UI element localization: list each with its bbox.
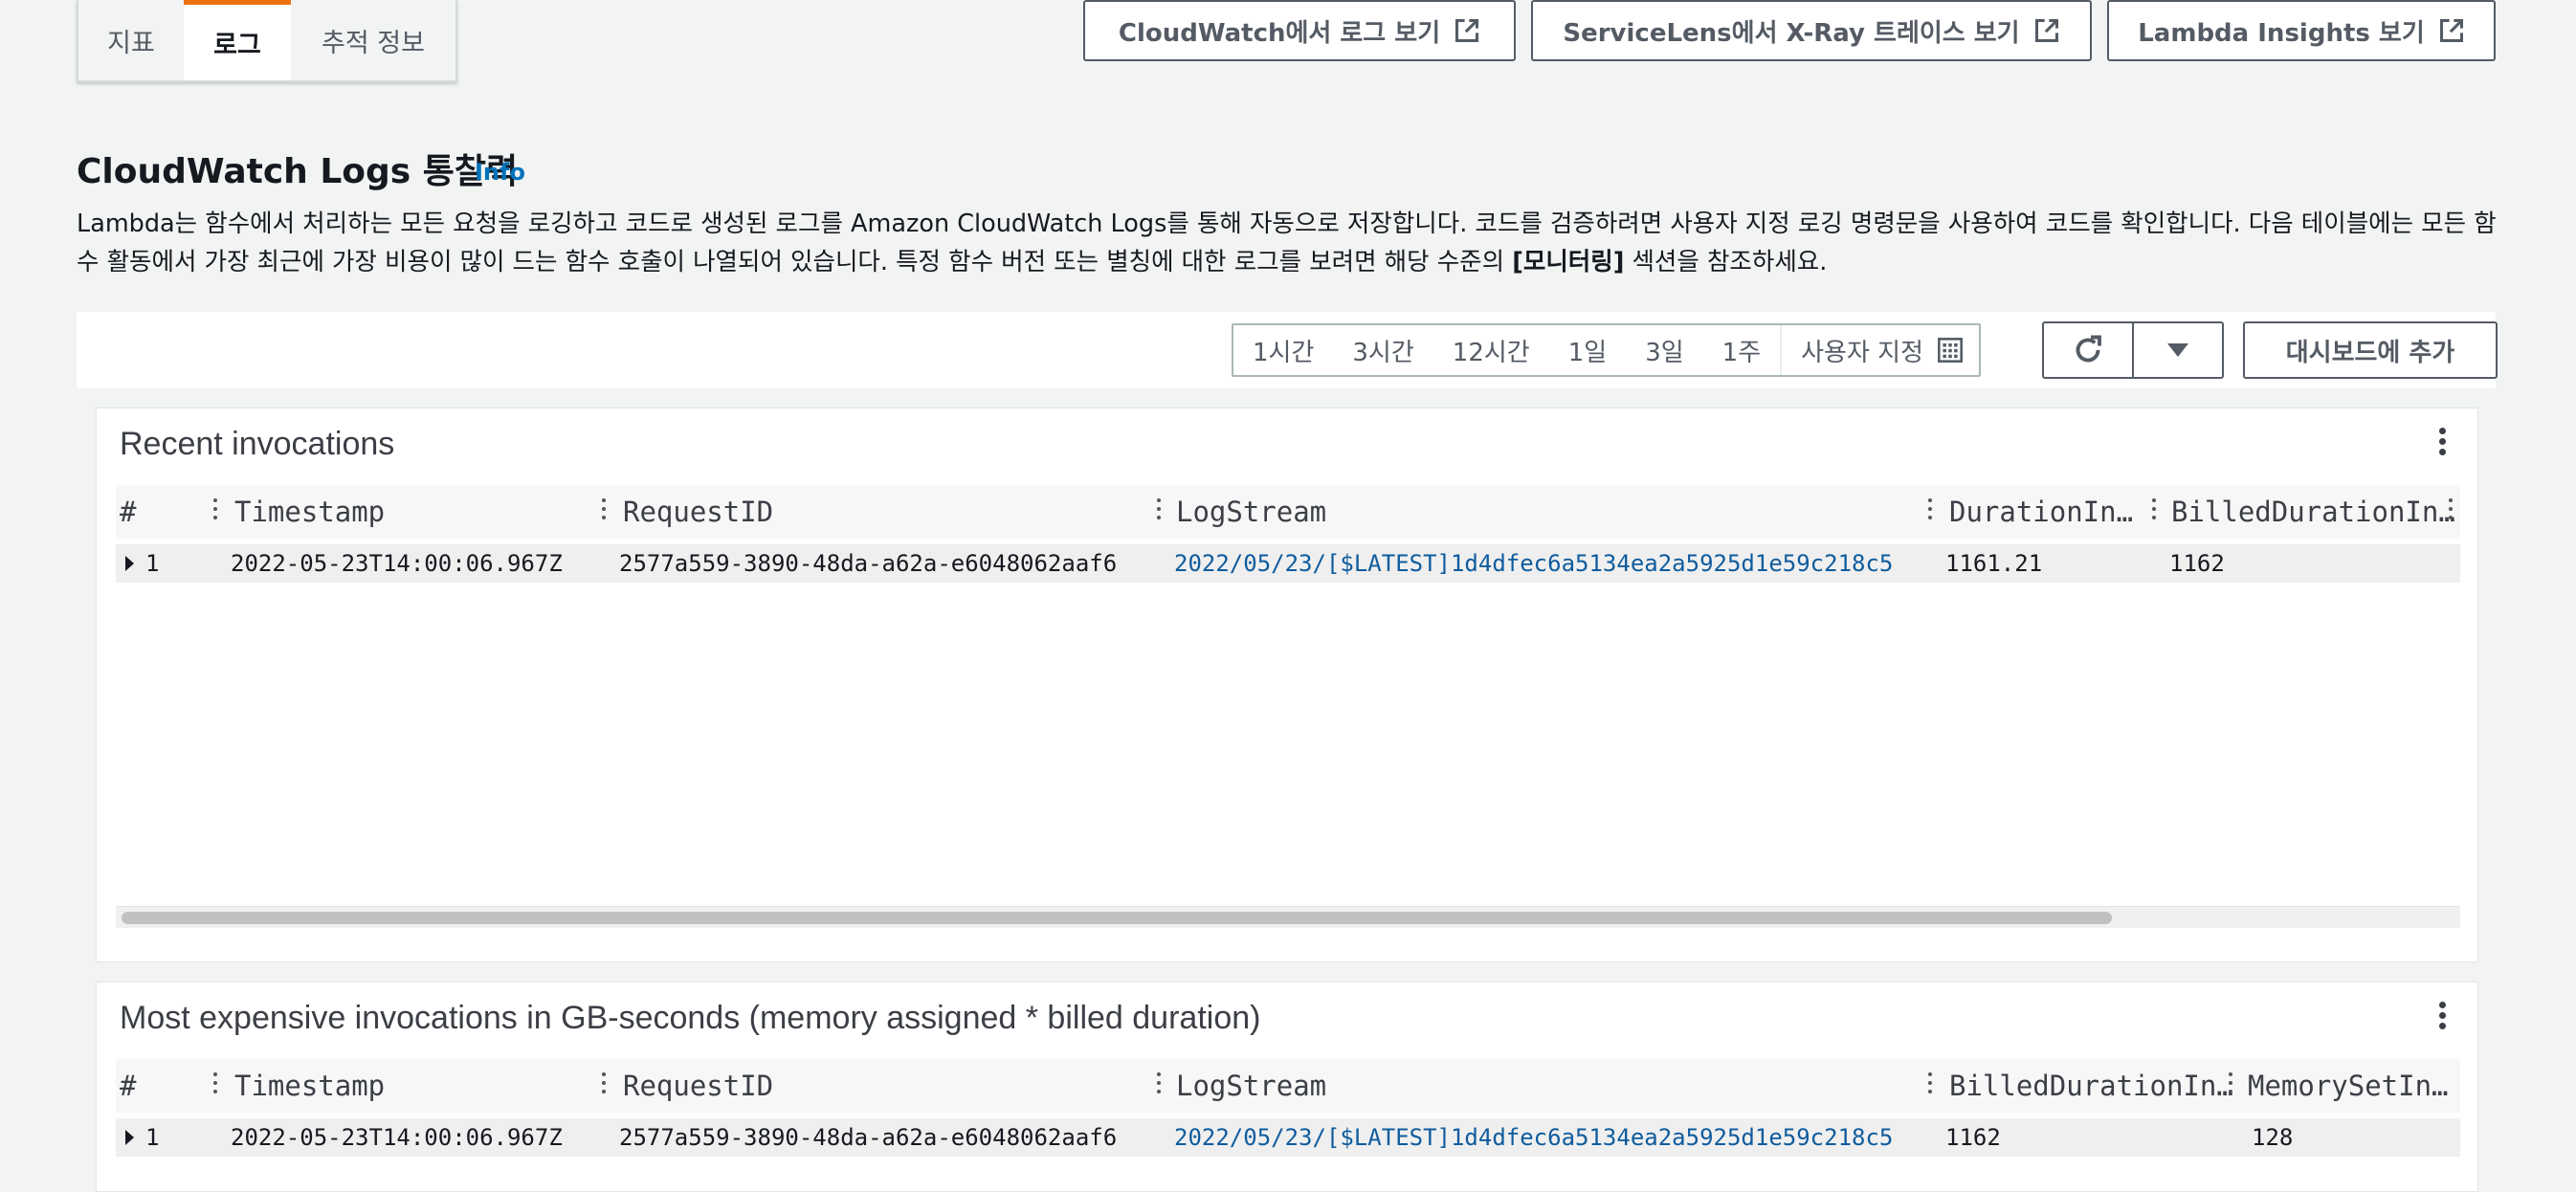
refresh-icon bbox=[2076, 335, 2101, 363]
view-lambda-insights-button[interactable]: Lambda Insights 보기 bbox=[2107, 0, 2496, 61]
row-number: 1 bbox=[145, 550, 160, 577]
billed-duration-cell: 1162 bbox=[1945, 1124, 2001, 1151]
row-number: 1 bbox=[145, 1124, 160, 1151]
refresh-options-dropdown[interactable] bbox=[2132, 321, 2224, 379]
column-resize-handle[interactable] bbox=[602, 1072, 606, 1097]
column-resize-handle[interactable] bbox=[2229, 1072, 2232, 1097]
widget-menu-icon[interactable] bbox=[2439, 428, 2449, 459]
memory-set-cell: 128 bbox=[2252, 1124, 2294, 1151]
time-range-selector: 1시간 3시간 12시간 1일 3일 1주 사용자 지정 bbox=[1232, 323, 1981, 377]
column-header: Timestamp bbox=[234, 1070, 386, 1102]
refresh-button[interactable] bbox=[2042, 321, 2134, 379]
expand-row-icon[interactable] bbox=[125, 556, 134, 571]
table-row[interactable]: 1 2022-05-23T14:00:06.967Z 2577a559-3890… bbox=[116, 544, 2460, 583]
log-stream-link[interactable]: 2022/05/23/[$LATEST]1d4dfec6a5134ea2a592… bbox=[1174, 1118, 1893, 1157]
column-header: Timestamp bbox=[234, 496, 386, 528]
external-link-icon bbox=[2034, 18, 2058, 43]
external-link-icon bbox=[1455, 18, 1479, 43]
monitoring-reference: [모니터링] bbox=[1512, 248, 1625, 276]
column-header: BilledDurationIn… bbox=[2171, 496, 2455, 528]
column-header: # bbox=[120, 1070, 137, 1102]
button-label: CloudWatch에서 로그 보기 bbox=[1118, 18, 1441, 48]
time-option-3h[interactable]: 3시간 bbox=[1333, 325, 1432, 375]
custom-range-label: 사용자 지정 bbox=[1801, 338, 1923, 367]
most-expensive-invocations-widget: Most expensive invocations in GB-seconds… bbox=[96, 982, 2478, 1192]
column-header: MemorySetIn… bbox=[2248, 1070, 2449, 1102]
tab-traces[interactable]: 추적 정보 bbox=[291, 0, 455, 80]
section-title: CloudWatch Logs 통찰력 bbox=[77, 152, 519, 191]
expand-row-icon[interactable] bbox=[125, 1130, 134, 1145]
calendar-icon bbox=[1938, 338, 1963, 363]
column-resize-handle[interactable] bbox=[1928, 498, 1932, 523]
time-option-1h[interactable]: 1시간 bbox=[1233, 325, 1333, 375]
caret-down-icon bbox=[2167, 343, 2188, 357]
column-header: RequestID bbox=[623, 496, 774, 528]
timestamp-cell: 2022-05-23T14:00:06.967Z bbox=[231, 1124, 563, 1151]
tab-logs[interactable]: 로그 bbox=[184, 0, 291, 80]
request-id-cell: 2577a559-3890-48da-a62a-e6048062aaf6 bbox=[619, 1124, 1118, 1151]
billed-duration-cell: 1162 bbox=[2169, 550, 2225, 577]
column-resize-handle[interactable] bbox=[213, 1072, 217, 1097]
table-row[interactable]: 1 2022-05-23T14:00:06.967Z 2577a559-3890… bbox=[116, 1118, 2460, 1157]
description-text: Lambda는 함수에서 처리하는 모든 요청을 로깅하고 코드로 생성된 로그… bbox=[77, 210, 2497, 276]
column-resize-handle[interactable] bbox=[1157, 498, 1161, 523]
time-option-1w[interactable]: 1주 bbox=[1703, 325, 1780, 375]
tab-label: 지표 bbox=[107, 28, 155, 58]
view-xray-traces-button[interactable]: ServiceLens에서 X-Ray 트레이스 보기 bbox=[1531, 0, 2092, 61]
widget-menu-icon[interactable] bbox=[2439, 1002, 2449, 1033]
widget-title: Most expensive invocations in GB-seconds… bbox=[120, 1000, 1261, 1036]
column-header: # bbox=[120, 496, 137, 528]
view-cloudwatch-logs-button[interactable]: CloudWatch에서 로그 보기 bbox=[1083, 0, 1516, 61]
column-header: LogStream bbox=[1176, 1070, 1327, 1102]
table-header: # Timestamp RequestID LogStream BilledDu… bbox=[116, 1059, 2460, 1113]
time-option-custom[interactable]: 사용자 지정 bbox=[1780, 325, 1979, 375]
tab-metrics[interactable]: 지표 bbox=[78, 0, 184, 80]
column-resize-handle[interactable] bbox=[2449, 498, 2453, 523]
info-link[interactable]: Info bbox=[475, 159, 525, 186]
row-index-cell: 1 bbox=[125, 1118, 159, 1157]
time-option-12h[interactable]: 12시간 bbox=[1433, 325, 1549, 375]
external-link-icon bbox=[2439, 18, 2463, 43]
column-header: BilledDurationIn… bbox=[1949, 1070, 2233, 1102]
horizontal-scrollbar[interactable] bbox=[116, 906, 2460, 928]
widget-title: Recent invocations bbox=[120, 426, 395, 462]
column-resize-handle[interactable] bbox=[602, 498, 606, 523]
table-header: # Timestamp RequestID LogStream Duration… bbox=[116, 485, 2460, 539]
tab-label: 추적 정보 bbox=[322, 28, 425, 58]
log-stream-link[interactable]: 2022/05/23/[$LATEST]1d4dfec6a5134ea2a592… bbox=[1174, 544, 1893, 583]
tab-label: 로그 bbox=[213, 31, 261, 60]
column-resize-handle[interactable] bbox=[1157, 1072, 1161, 1097]
request-id-cell: 2577a559-3890-48da-a62a-e6048062aaf6 bbox=[619, 550, 1118, 577]
column-header: LogStream bbox=[1176, 496, 1327, 528]
scrollbar-thumb[interactable] bbox=[122, 912, 2112, 924]
recent-invocations-widget: Recent invocations # Timestamp RequestID… bbox=[96, 408, 2478, 962]
section-description: Lambda는 함수에서 처리하는 모든 요청을 로깅하고 코드로 생성된 로그… bbox=[77, 205, 2498, 281]
tab-bar: 지표 로그 추적 정보 bbox=[77, 0, 457, 82]
timestamp-cell: 2022-05-23T14:00:06.967Z bbox=[231, 550, 563, 577]
add-to-dashboard-button[interactable]: 대시보드에 추가 bbox=[2243, 321, 2498, 379]
button-label: ServiceLens에서 X-Ray 트레이스 보기 bbox=[1563, 18, 2020, 48]
column-header: DurationIn… bbox=[1949, 496, 2134, 528]
description-text: 섹션을 참조하세요. bbox=[1624, 248, 1828, 276]
time-option-3d[interactable]: 3일 bbox=[1626, 325, 1702, 375]
column-resize-handle[interactable] bbox=[213, 498, 217, 523]
duration-cell: 1161.21 bbox=[1945, 550, 2043, 577]
column-header: RequestID bbox=[623, 1070, 774, 1102]
button-label: Lambda Insights 보기 bbox=[2138, 18, 2425, 48]
column-resize-handle[interactable] bbox=[2152, 498, 2156, 523]
row-index-cell: 1 bbox=[125, 544, 159, 583]
time-option-1d[interactable]: 1일 bbox=[1549, 325, 1626, 375]
column-resize-handle[interactable] bbox=[1928, 1072, 1932, 1097]
